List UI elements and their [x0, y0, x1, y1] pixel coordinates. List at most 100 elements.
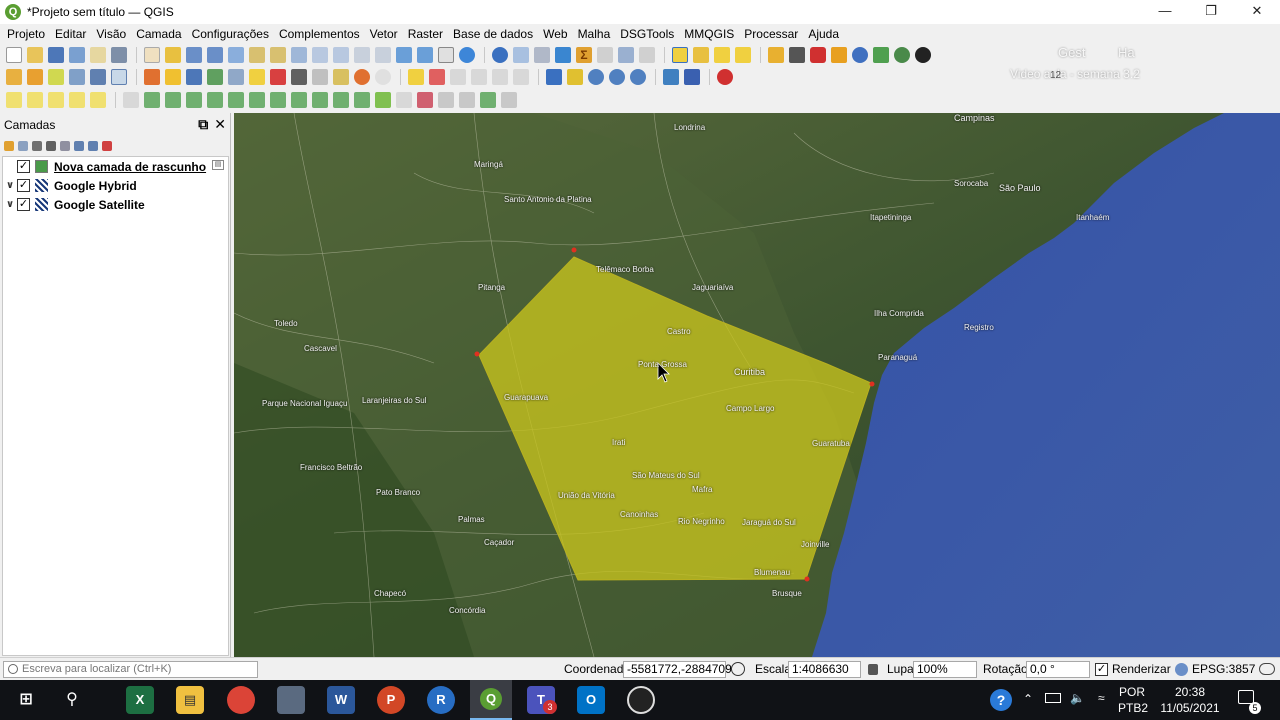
delete-ring-icon[interactable] — [270, 92, 286, 108]
measure-line-icon[interactable] — [597, 47, 613, 63]
modify-attributes-icon[interactable] — [249, 69, 265, 85]
menu-base-de-dados[interactable]: Base de dados — [448, 24, 538, 44]
chevron-down-icon[interactable]: ∨ — [3, 180, 17, 191]
excel-icon[interactable]: X — [126, 686, 154, 714]
open-layer-styling-icon[interactable] — [4, 141, 14, 151]
undock-panel-icon[interactable]: ⧉ — [198, 116, 208, 133]
lock-scale-icon[interactable] — [868, 664, 878, 675]
toggle-editing-icon[interactable] — [165, 69, 181, 85]
messages-icon[interactable] — [1259, 663, 1275, 675]
temporary-layer-indicator-icon[interactable]: ▤ — [212, 160, 224, 170]
map-tips-icon[interactable] — [618, 47, 634, 63]
field-calculator-icon[interactable] — [534, 47, 550, 63]
split-features-icon[interactable] — [396, 92, 412, 108]
select-by-value-icon[interactable] — [693, 47, 709, 63]
vertex-tool-icon[interactable] — [228, 69, 244, 85]
new-shapefile-icon[interactable] — [48, 69, 64, 85]
clock[interactable]: 20:38 11/05/2021 — [1156, 684, 1224, 716]
add-ring-icon[interactable] — [207, 92, 223, 108]
simplify-feature-icon[interactable] — [186, 92, 202, 108]
wms-globe-icon[interactable] — [588, 69, 604, 85]
zoom-next-icon[interactable] — [333, 47, 349, 63]
add-part-icon[interactable] — [228, 92, 244, 108]
reshape-features-icon[interactable] — [312, 92, 328, 108]
globe-icon[interactable] — [894, 47, 910, 63]
split-parts-icon[interactable] — [417, 92, 433, 108]
show-bookmarks-icon[interactable] — [417, 47, 433, 63]
green-cloud-icon[interactable] — [873, 47, 889, 63]
menu-raster[interactable]: Raster — [403, 24, 448, 44]
new-virtual-layer-icon[interactable] — [90, 69, 106, 85]
zoom-out-icon[interactable] — [207, 47, 223, 63]
zoom-last-icon[interactable] — [312, 47, 328, 63]
label-change-icon[interactable] — [513, 69, 529, 85]
rotate-feature-icon[interactable] — [165, 92, 181, 108]
label-move-icon[interactable] — [471, 69, 487, 85]
statistics-sigma-icon[interactable]: Σ — [576, 47, 592, 63]
label-icon[interactable] — [408, 69, 424, 85]
network-icon[interactable]: ≈ — [1098, 691, 1105, 705]
menu-complementos[interactable]: Complementos — [274, 24, 365, 44]
magnifier-spinbox[interactable]: 100% — [913, 661, 977, 678]
text-annotation-icon[interactable] — [639, 47, 655, 63]
triangle-tool-icon[interactable] — [567, 69, 583, 85]
wcs-globe-icon[interactable] — [630, 69, 646, 85]
render-checkbox[interactable]: ✓ — [1095, 663, 1108, 676]
new-temporary-layer-icon[interactable] — [111, 69, 127, 85]
georeferencer-icon[interactable] — [831, 47, 847, 63]
add-polygon-icon[interactable] — [207, 69, 223, 85]
settings-gear-icon[interactable] — [555, 47, 571, 63]
new-print-layout-icon[interactable] — [90, 47, 106, 63]
refresh-icon[interactable] — [459, 47, 475, 63]
select-location-icon[interactable] — [735, 47, 751, 63]
rotate-point-symbols-icon[interactable] — [480, 92, 496, 108]
language-indicator[interactable]: POR PTB2 — [1118, 684, 1148, 716]
menu-processar[interactable]: Processar — [739, 24, 803, 44]
merge-attributes-icon[interactable] — [459, 92, 475, 108]
chrome-icon[interactable] — [227, 686, 255, 714]
save-project-icon[interactable] — [48, 47, 64, 63]
new-project-icon[interactable] — [6, 47, 22, 63]
save-edits-icon[interactable] — [186, 69, 202, 85]
windows-start-icon[interactable]: ⊞ — [12, 686, 40, 714]
menu-malha[interactable]: Malha — [573, 24, 616, 44]
minimize-button[interactable]: — — [1142, 0, 1188, 24]
hexagon-tool-icon[interactable] — [810, 47, 826, 63]
rotation-spinbox[interactable]: 0,0 ° — [1026, 661, 1090, 678]
deselect-all-icon[interactable] — [714, 47, 730, 63]
move-feature-icon[interactable] — [144, 92, 160, 108]
cut-features-icon[interactable] — [291, 69, 307, 85]
save-as-icon[interactable] — [69, 47, 85, 63]
regular-polygon-icon[interactable] — [90, 92, 106, 108]
map-canvas[interactable]: Campinas São Paulo Curitiba Cascavel Tol… — [234, 113, 1280, 657]
processing-toolbox-icon[interactable] — [663, 69, 679, 85]
identify-features-icon[interactable] — [492, 47, 508, 63]
search-icon[interactable]: ⚲ — [58, 686, 86, 714]
help-icon[interactable] — [684, 69, 700, 85]
digitize-icon[interactable] — [6, 92, 22, 108]
r-app-icon[interactable]: R — [427, 686, 455, 714]
label-pin-icon[interactable] — [429, 69, 445, 85]
menu-web[interactable]: Web — [538, 24, 572, 44]
paste-features-icon[interactable] — [333, 69, 349, 85]
delete-part-icon[interactable] — [291, 92, 307, 108]
zoom-to-layer-icon[interactable] — [270, 47, 286, 63]
layer-visibility-checkbox[interactable]: ✓ — [17, 179, 30, 192]
magnet-icon[interactable] — [717, 69, 733, 85]
pan-map-icon[interactable] — [144, 47, 160, 63]
filter-expression-icon[interactable] — [60, 141, 70, 151]
obs-icon[interactable] — [627, 686, 655, 714]
menu-configuracoes[interactable]: Configurações — [187, 24, 274, 44]
collapse-all-icon[interactable] — [88, 141, 98, 151]
filter-legend-icon[interactable] — [46, 141, 56, 151]
toggle-extents-icon[interactable] — [731, 662, 745, 676]
offset-curve-icon[interactable] — [333, 92, 349, 108]
zoom-to-selection-icon[interactable] — [249, 47, 265, 63]
zoom-in-icon[interactable] — [186, 47, 202, 63]
add-group-icon[interactable] — [18, 141, 28, 151]
menu-camada[interactable]: Camada — [131, 24, 186, 44]
fill-ring-icon[interactable] — [249, 92, 265, 108]
advanced-digitizing-icon[interactable] — [123, 92, 139, 108]
zoom-full-icon[interactable] — [228, 47, 244, 63]
expand-all-icon[interactable] — [74, 141, 84, 151]
